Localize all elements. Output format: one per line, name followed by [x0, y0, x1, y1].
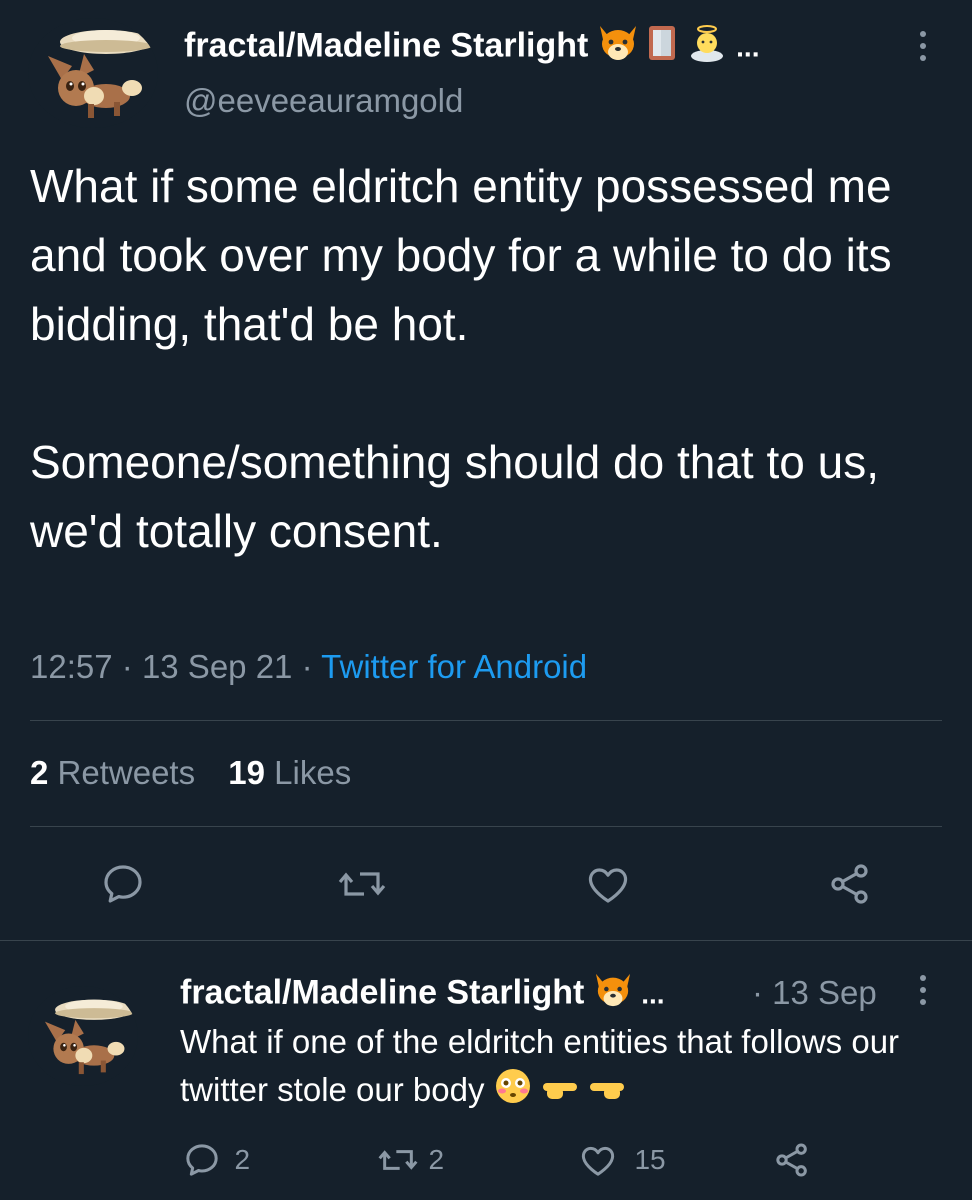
likes-count: 19 — [228, 754, 265, 791]
reply-text-block: What if one of the eldritch entities tha… — [180, 1018, 910, 1118]
baby-angel-icon — [687, 24, 727, 71]
separator: · — [121, 648, 133, 685]
share-icon[interactable] — [826, 860, 874, 908]
reply-count: 2 — [234, 1144, 251, 1175]
tweet-stats: 2 Retweets 19 Likes — [30, 754, 351, 792]
reply-date[interactable]: · 13 Sep — [752, 974, 877, 1012]
retweets-stat[interactable]: 2 Retweets — [30, 754, 204, 791]
reply-author-name-text: fractal/Madeline Starlight — [180, 973, 585, 1012]
reply-avatar[interactable] — [28, 986, 138, 1086]
divider — [0, 940, 972, 941]
like-heart-icon — [581, 1146, 615, 1176]
divider — [30, 720, 942, 721]
fox-face-icon — [594, 972, 632, 1017]
reply-like-action[interactable]: 15 — [578, 1140, 666, 1180]
name-overflow: ... — [736, 31, 760, 63]
reply-more-options-icon[interactable] — [915, 974, 931, 1008]
share-icon — [776, 1143, 807, 1177]
tweet-date[interactable]: 13 Sep 21 — [142, 648, 292, 685]
likes-stat[interactable]: 19 Likes — [228, 754, 351, 791]
retweet-icon — [378, 1150, 418, 1170]
tweet-meta: 12:57 · 13 Sep 21 · Twitter for Android — [30, 648, 587, 686]
reply-retweet-action[interactable]: 2 — [376, 1140, 444, 1180]
retweets-count: 2 — [30, 754, 49, 791]
author-handle[interactable]: @eeveeauramgold — [184, 82, 463, 120]
avatar[interactable] — [28, 18, 158, 128]
like-count: 15 — [634, 1144, 666, 1175]
pointing-left-icon — [588, 1068, 626, 1116]
retweet-icon[interactable] — [336, 860, 388, 908]
tweet-source-link[interactable]: Twitter for Android — [321, 648, 587, 685]
reply-reply-action[interactable]: 2 — [182, 1140, 250, 1180]
divider — [30, 826, 942, 827]
retweet-count: 2 — [428, 1144, 445, 1175]
tweet-time[interactable]: 12:57 — [30, 648, 113, 685]
retweets-label: Retweets — [57, 754, 196, 791]
reply-icon — [186, 1144, 218, 1176]
flushed-face-icon — [494, 1067, 532, 1118]
reply-text: What if one of the eldritch entities tha… — [180, 1023, 900, 1108]
separator: · — [301, 648, 313, 685]
mirror-icon — [647, 24, 677, 71]
like-heart-icon[interactable] — [584, 860, 632, 908]
pointing-right-icon — [541, 1068, 579, 1116]
name-overflow: ... — [641, 978, 665, 1010]
fox-face-icon — [598, 24, 638, 71]
reply-icon[interactable] — [99, 860, 147, 908]
author-name-text: fractal/Madeline Starlight — [184, 26, 589, 65]
author-name[interactable]: fractal/Madeline Starlight ... — [184, 24, 759, 71]
likes-label: Likes — [274, 754, 352, 791]
reply-author-name[interactable]: fractal/Madeline Starlight ... — [180, 972, 665, 1017]
more-options-icon[interactable] — [915, 30, 931, 64]
tweet-text: What if some eldritch entity possessed m… — [30, 160, 892, 557]
reply-share-action[interactable] — [772, 1140, 812, 1180]
